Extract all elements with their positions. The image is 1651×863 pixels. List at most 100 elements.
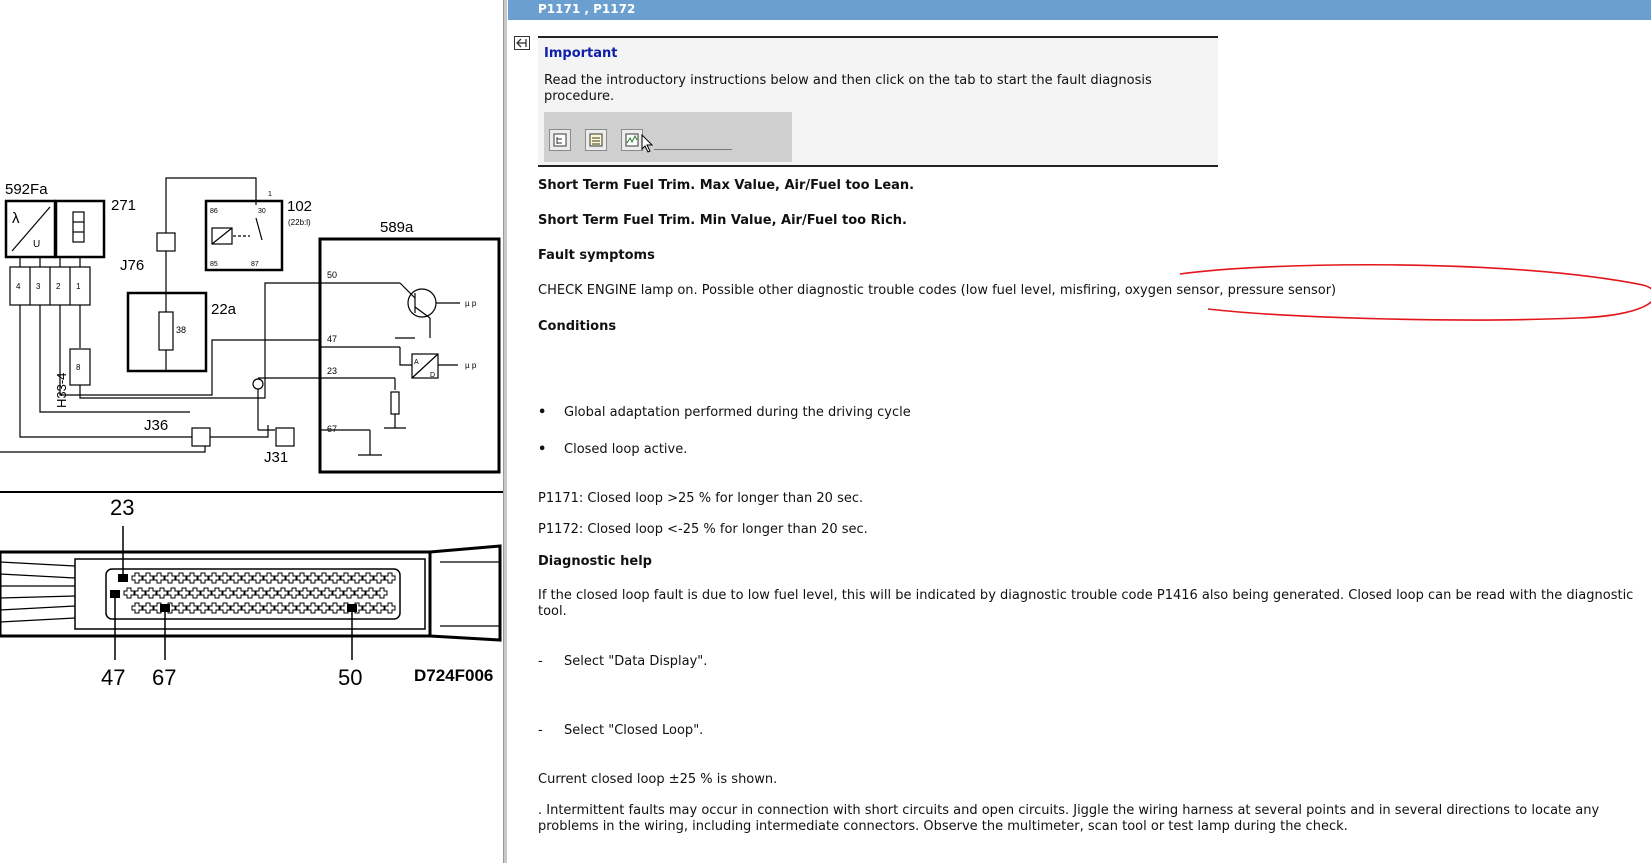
label-22a: 22a — [211, 301, 237, 318]
connector-pin — [167, 587, 179, 599]
connector-pin — [186, 602, 198, 614]
resistor-label-38: 38 — [176, 325, 186, 335]
connector-pin — [274, 572, 286, 584]
pane-divider[interactable] — [503, 0, 507, 863]
label-j36: J36 — [144, 417, 168, 434]
connector-pin — [285, 602, 297, 614]
connector-pin — [318, 602, 330, 614]
label-h33-4: H33-4 — [54, 373, 69, 408]
ecu-589a — [318, 237, 501, 474]
connector-pin-label-50: 50 — [338, 665, 362, 690]
connector-pin — [307, 602, 319, 614]
p1171-condition: P1171: Closed loop >25 % for longer than… — [538, 491, 864, 506]
conn-pin-4: 4 — [16, 282, 21, 291]
fuse-box-22a — [126, 291, 208, 373]
connector-pin — [384, 602, 396, 614]
connector-pin — [296, 572, 308, 584]
connector-pin — [299, 587, 311, 599]
current-closed-loop: Current closed loop ±25 % is shown. — [538, 772, 778, 787]
connector-pin — [189, 587, 201, 599]
connector-pin — [208, 602, 220, 614]
connector-pin — [142, 602, 154, 614]
intermittent-faults-text: . Intermittent faults may occur in conne… — [538, 803, 1600, 834]
ad-label-a: A — [414, 359, 419, 366]
connector-pin — [230, 572, 242, 584]
label-u: U — [33, 239, 40, 250]
connector-pin — [263, 572, 275, 584]
connector-pin — [208, 572, 220, 584]
connector-pin — [219, 602, 231, 614]
connector-pin — [288, 587, 300, 599]
connector-pin — [197, 602, 209, 614]
connector-pin — [310, 587, 322, 599]
pin-label-67: 67 — [327, 424, 337, 434]
connector-pin — [230, 602, 242, 614]
conn-pin-2: 2 — [56, 282, 61, 291]
connector-pin — [178, 587, 190, 599]
red-annotation-circle — [1179, 263, 1651, 321]
connector-pin — [142, 572, 154, 584]
fuse-pin-8: 8 — [76, 363, 81, 372]
connector-pin-top-label: 23 — [110, 495, 134, 520]
connector-pin — [123, 587, 135, 599]
pin-label-50: 50 — [327, 270, 337, 280]
pin-label-47: 47 — [327, 334, 337, 344]
connector-pin — [266, 587, 278, 599]
connector-pin — [307, 572, 319, 584]
connector-pin — [321, 587, 333, 599]
connector-pin — [365, 587, 377, 599]
label-271: 271 — [111, 197, 136, 214]
connector-pin — [153, 572, 165, 584]
connector-pin — [332, 587, 344, 599]
connector-pin — [384, 572, 396, 584]
conn-pin-3: 3 — [36, 282, 41, 291]
connector-pin — [318, 572, 330, 584]
connector-pin — [197, 572, 209, 584]
connector-pin — [362, 572, 374, 584]
step-text: Select "Closed Loop". — [564, 723, 704, 738]
connector-pin — [343, 587, 355, 599]
ad-label-d: D — [430, 372, 435, 379]
connector-pin-label-67: 67 — [152, 665, 176, 690]
splice-j31 — [275, 427, 295, 447]
diagnostic-help-heading: Diagnostic help — [538, 554, 652, 569]
connector-pin — [131, 572, 143, 584]
connector-pin — [131, 602, 143, 614]
connector-pin — [329, 572, 341, 584]
step-marker: - — [538, 654, 543, 669]
bullet-marker: • — [538, 442, 547, 457]
connector-pin — [145, 587, 157, 599]
connector-pin — [285, 572, 297, 584]
connector-pin — [219, 572, 231, 584]
heater-271 — [54, 199, 106, 259]
step-marker: - — [538, 723, 543, 738]
connector-pin — [156, 587, 168, 599]
conditions-heading: Conditions — [538, 319, 617, 334]
connector-pin — [277, 587, 289, 599]
diagnostic-help-text: If the closed loop fault is due to low f… — [538, 588, 1634, 619]
connector-pin — [200, 587, 212, 599]
connector-pin — [340, 572, 352, 584]
connector-pin — [263, 602, 275, 614]
relay-pin-86: 86 — [210, 208, 218, 215]
label-j31: J31 — [264, 449, 288, 466]
connector-pin — [373, 572, 385, 584]
label-lambda: λ — [12, 210, 20, 227]
connector-pin — [241, 602, 253, 614]
bullet-marker: • — [538, 405, 547, 420]
connector-pin — [296, 602, 308, 614]
connector-pin-label-47: 47 — [101, 665, 125, 690]
connector-pin — [255, 587, 267, 599]
connector-pin — [164, 572, 176, 584]
connector-pin — [376, 587, 388, 599]
connector-pin — [252, 602, 264, 614]
connector-pin — [211, 587, 223, 599]
connector-pin — [329, 602, 341, 614]
connector-pin — [362, 602, 374, 614]
connector-pin — [175, 572, 187, 584]
bullet-text: Closed loop active. — [564, 442, 688, 457]
splice-j36 — [191, 427, 211, 447]
relay-pin-85: 85 — [210, 261, 218, 268]
connector-pin — [244, 587, 256, 599]
document-pane: P1171 , P1172 Important Read the introdu… — [508, 0, 1651, 863]
